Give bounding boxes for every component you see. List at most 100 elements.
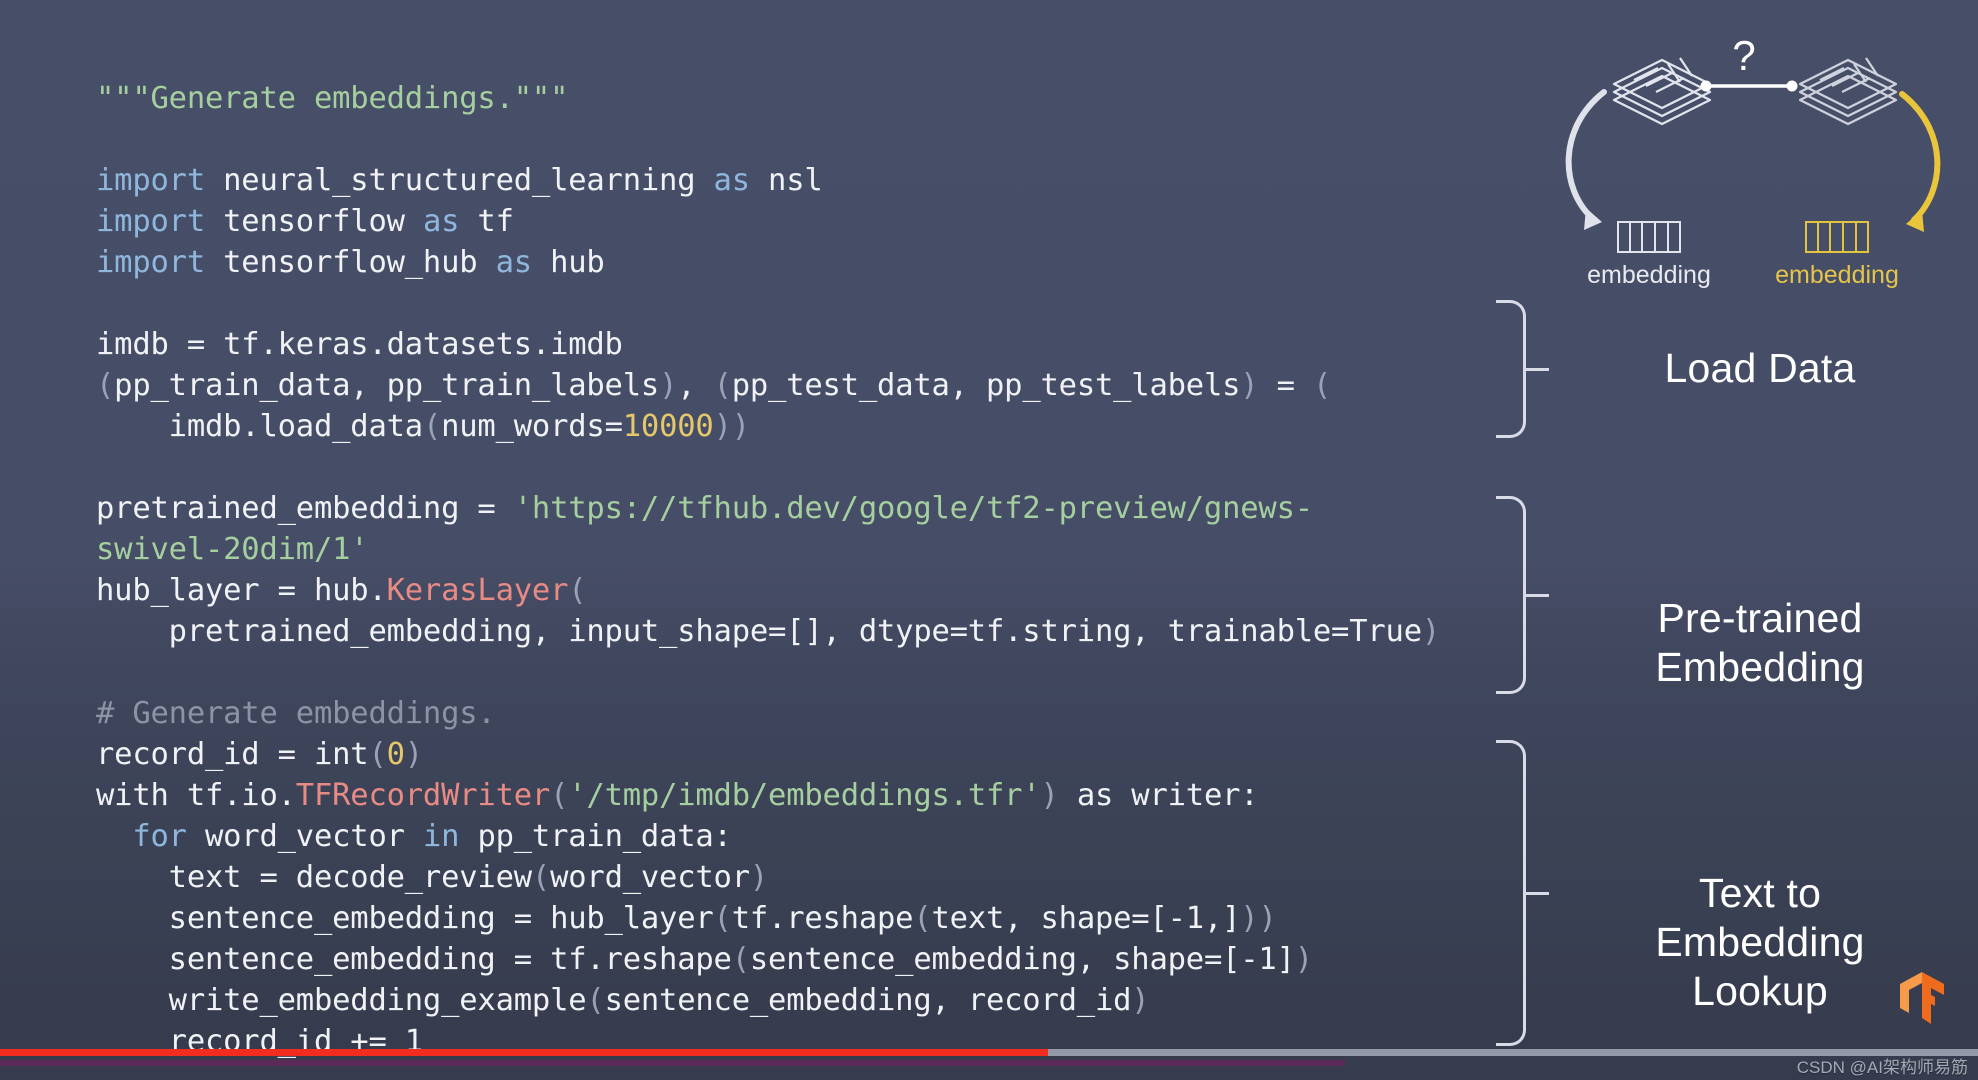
code-line: with tf.io.TFRecordWriter('/tmp/imdb/emb…	[96, 775, 1560, 816]
code-token: )	[1421, 614, 1441, 649]
code-token: pp_train_data:	[459, 819, 732, 854]
code-token: tensorflow	[204, 204, 423, 239]
code-token: imdb = tf.keras.datasets.imdb	[96, 327, 623, 362]
embedding-similarity-diagram: ? embedding embedding	[1530, 8, 1978, 289]
code-token: (	[568, 573, 587, 608]
code-token: )	[404, 737, 423, 772]
code-line: text = decode_review(word_vector)	[96, 857, 1560, 898]
code-line: import tensorflow_hub as hub	[96, 242, 1560, 283]
code-token: ,	[677, 368, 714, 403]
code-token: # Generate embeddings.	[96, 696, 496, 731]
code-token: pretrained_embedding, input_shape=[], dt…	[96, 614, 1422, 649]
left-document-stack-icon	[1612, 57, 1712, 126]
brace-text-to-embedding-lookup	[1496, 740, 1549, 1046]
code-token: hub	[531, 245, 605, 280]
code-token: in	[422, 819, 460, 854]
video-progress-track[interactable]	[0, 1049, 1978, 1056]
code-line: (pp_train_data, pp_train_labels), (pp_te…	[96, 365, 1560, 406]
code-line: # Generate embeddings.	[96, 693, 1560, 734]
code-line: pretrained_embedding = 'https://tfhub.de…	[96, 488, 1560, 529]
code-line: imdb = tf.keras.datasets.imdb	[96, 324, 1560, 365]
code-token: pp_train_data, pp_train_labels	[114, 368, 660, 403]
connector-dot-left	[1700, 80, 1712, 92]
code-token: ))	[713, 409, 751, 444]
code-token: 0	[386, 737, 405, 772]
code-token: as	[713, 163, 751, 198]
question-mark-label: ?	[1732, 32, 1755, 79]
annotation-load-data: Load Data	[1560, 344, 1960, 393]
code-line: swivel-20dim/1'	[96, 529, 1560, 570]
code-token: text = decode_review	[96, 860, 532, 895]
code-line: imdb.load_data(num_words=10000))	[96, 406, 1560, 447]
code-line: pretrained_embedding, input_shape=[], dt…	[96, 611, 1560, 652]
code-token: (	[713, 368, 732, 403]
code-token: )	[659, 368, 678, 403]
code-line: for word_vector in pp_train_data:	[96, 816, 1560, 857]
diagram-svg: ? embedding embedding	[1565, 32, 1941, 289]
code-token: with tf.io.	[96, 778, 296, 813]
code-token: pp_test_data, pp_test_labels	[731, 368, 1241, 403]
slide-canvas: """Generate embeddings.""" import neural_…	[0, 0, 1978, 1080]
code-line: record_id = int(0)	[96, 734, 1560, 775]
code-token: sentence_embedding, record_id	[604, 983, 1132, 1018]
code-token: tf.reshape	[731, 901, 914, 936]
right-embedding-vector-icon	[1805, 221, 1869, 253]
code-line: import tensorflow as tf	[96, 201, 1560, 242]
code-token: pretrained_embedding =	[96, 491, 514, 526]
code-block: """Generate embeddings.""" import neural_…	[0, 0, 1560, 1080]
video-buffer-bar	[0, 1060, 1346, 1066]
code-token: (	[422, 409, 442, 444]
code-line: sentence_embedding = hub_layer(tf.reshap…	[96, 898, 1560, 939]
code-token: )	[1040, 778, 1059, 813]
code-token: word_vector	[186, 819, 423, 854]
code-token: )	[749, 860, 769, 895]
csdn-watermark: CSDN @AI架构师易筋	[1796, 1058, 1968, 1077]
code-token: )	[1294, 942, 1313, 977]
annotation-pre-trained-embedding-label: Pre-trained Embedding	[1655, 595, 1865, 690]
left-embedding-vector-icon	[1617, 221, 1681, 253]
code-token: (	[96, 368, 115, 403]
left-arrow-head	[1584, 208, 1602, 230]
code-token: KerasLayer	[386, 573, 569, 608]
code-token: hub_layer = hub.	[96, 573, 387, 608]
code-token: TFRecordWriter	[295, 778, 551, 813]
brace-pre-trained-embedding	[1496, 496, 1549, 694]
brace-load-data	[1496, 300, 1549, 438]
code-token: (	[550, 778, 569, 813]
code-token: as writer:	[1058, 778, 1259, 813]
annotation-load-data-label: Load Data	[1664, 345, 1856, 391]
code-line: import neural_structured_learning as nsl	[96, 160, 1560, 201]
right-embedding-label: embedding	[1775, 261, 1899, 288]
code-token: import	[96, 204, 205, 239]
left-embedding-label: embedding	[1587, 261, 1711, 288]
code-token: (	[713, 901, 732, 936]
code-token: imdb.load_data	[96, 409, 423, 444]
code-line: sentence_embedding = tf.reshape(sentence…	[96, 939, 1560, 980]
code-token: word_vector	[550, 860, 750, 895]
right-arrow-head	[1906, 210, 1924, 232]
code-token: (	[531, 860, 551, 895]
code-token: neural_structured_learning	[204, 163, 714, 198]
code-line: """Generate embeddings."""	[96, 78, 1560, 119]
right-document-stack-icon	[1798, 57, 1898, 126]
code-line: hub_layer = hub.KerasLayer(	[96, 570, 1560, 611]
code-token: text, shape=[-1,]	[931, 901, 1241, 936]
code-token: sentence_embedding, shape=[-1]	[749, 942, 1295, 977]
right-curved-arrow-icon	[1899, 91, 1941, 223]
code-token: )	[1131, 983, 1150, 1018]
code-token: (	[1312, 368, 1332, 403]
code-token: tf	[459, 204, 514, 239]
code-token: tensorflow_hub	[204, 245, 496, 280]
code-token: 'https://tfhub.dev/google/tf2-preview/gn…	[513, 491, 1313, 526]
code-token: =	[1258, 368, 1313, 403]
code-token: write_embedding_example	[96, 983, 587, 1018]
connector-dot-right	[1786, 80, 1798, 92]
code-token: num_words=	[441, 409, 623, 444]
code-token: """Generate embeddings."""	[96, 81, 569, 116]
code-token: import	[96, 163, 205, 198]
code-token: sentence_embedding = tf.reshape	[96, 942, 732, 977]
code-token: 10000	[622, 409, 714, 444]
